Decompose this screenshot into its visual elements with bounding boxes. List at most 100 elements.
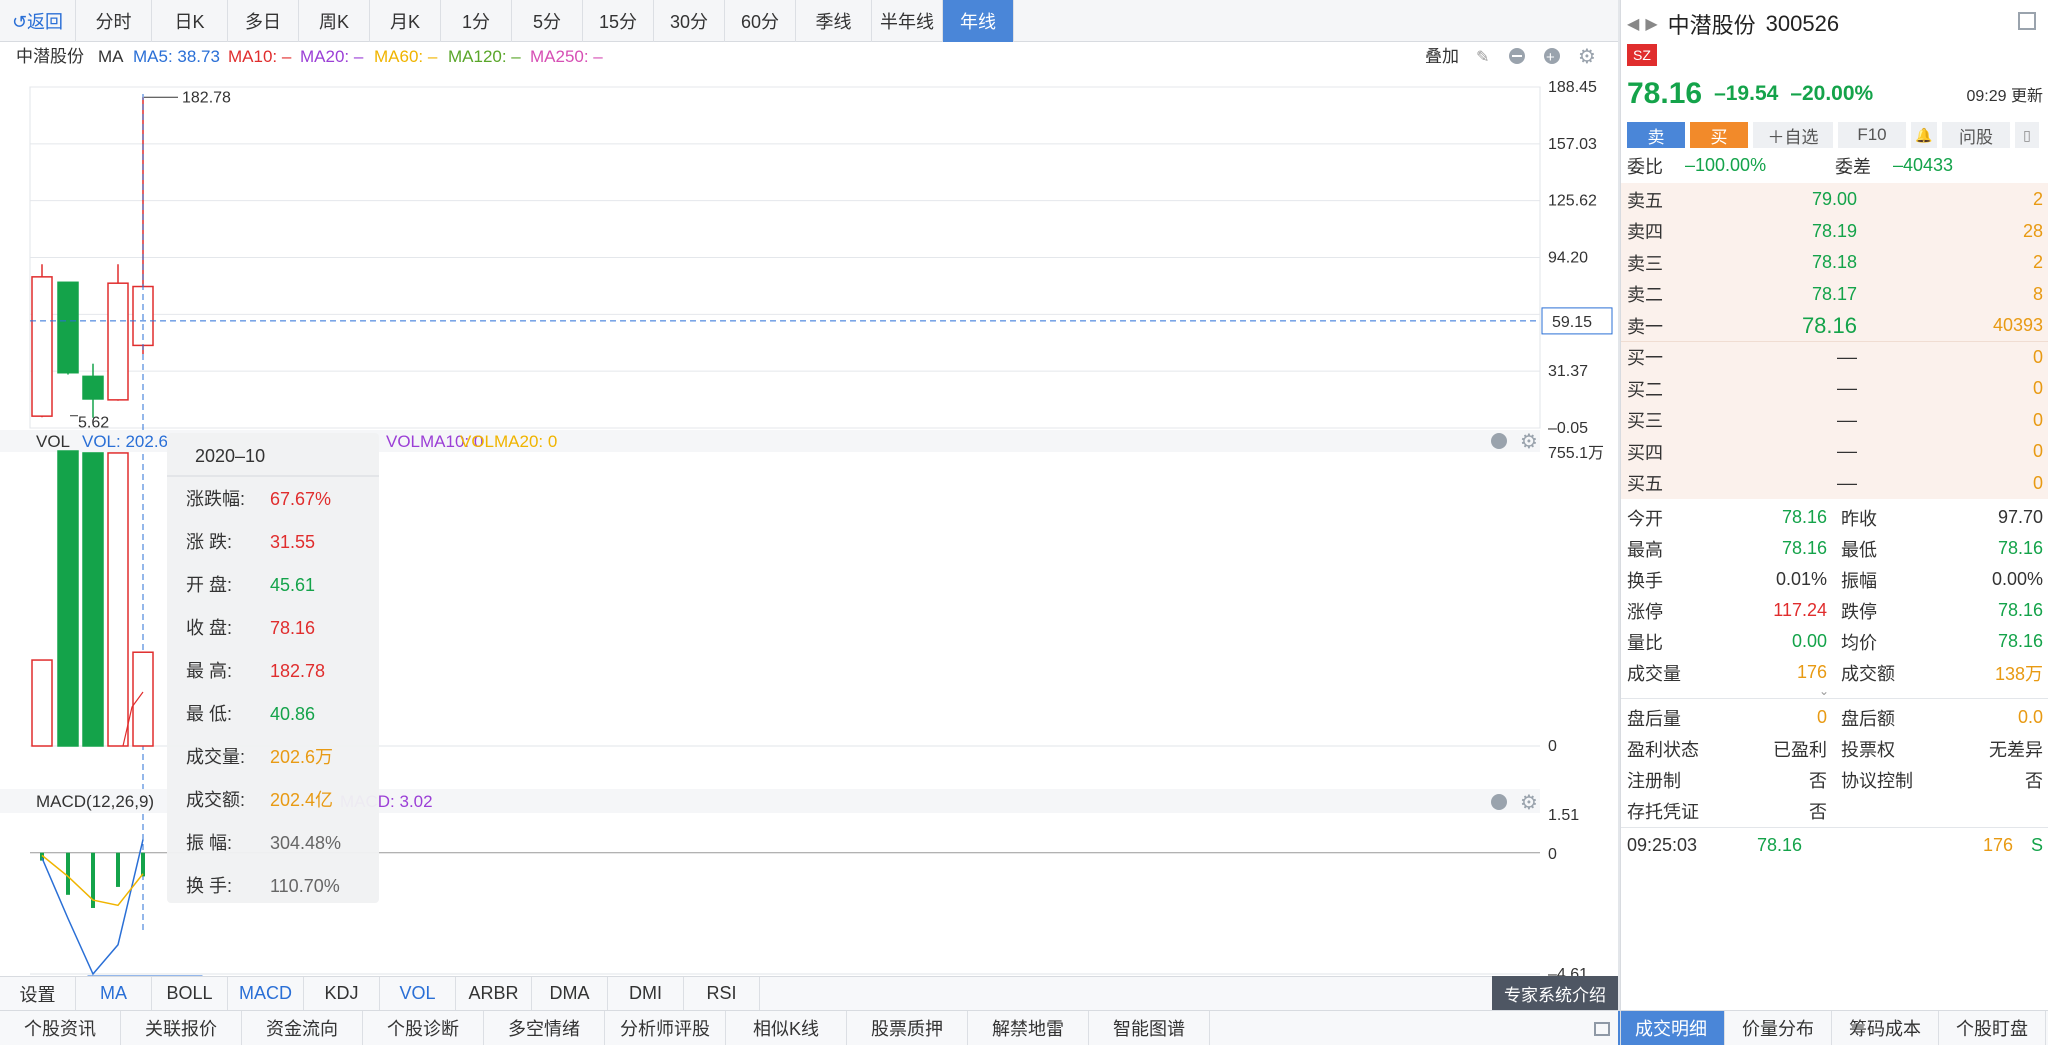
kline-chart-area[interactable]: 中潜股份 MA MA5: 38.73 MA10: – MA20: – MA60: – MA1… — [0, 42, 1618, 1003]
tooltip-value-3: 78.16 — [270, 618, 315, 638]
after-label: 投票权 — [1841, 739, 1895, 760]
bell-icon[interactable]: 🔔 — [1911, 122, 1937, 148]
indicator-tab-设置[interactable]: 设置 — [0, 977, 76, 1010]
tooltip-value-2: 45.61 — [270, 575, 315, 595]
period-tab-10[interactable]: 季线 — [796, 0, 872, 42]
stat-label: 今开 — [1627, 508, 1663, 529]
expert-system-button[interactable]: 专家系统介绍 — [1492, 976, 1618, 1010]
bottom-tab-5[interactable]: 分析师评股 — [605, 1011, 726, 1045]
period-tab-7[interactable]: 15分 — [583, 0, 654, 42]
indicator-tab-ma[interactable]: MA — [76, 977, 152, 1010]
orderbook-level: 买四 — [1627, 442, 1663, 463]
sell-button[interactable]: 卖 — [1627, 122, 1685, 148]
period-tab-12[interactable]: 年线 — [943, 0, 1014, 42]
stock-code: 300526 — [1765, 10, 1840, 36]
action-button-row: 卖买＋自选 F10 🔔 问股 ▯ — [1627, 122, 2043, 148]
prev-stock-icon[interactable]: ◀ — [1627, 14, 1639, 34]
add-watchlist-button[interactable]: ＋自选 — [1753, 122, 1833, 148]
orderbook-volume: 28 — [2022, 220, 2043, 241]
buy-button[interactable]: 买 — [1690, 122, 1748, 148]
after-row-2: 注册制否协议控制否 — [1627, 764, 2043, 795]
period-tab-3[interactable]: 周K — [299, 0, 370, 42]
orderbook-price: –– — [1836, 346, 1857, 367]
orderbook-level: 买一 — [1627, 348, 1663, 368]
period-tab-9[interactable]: 60分 — [725, 0, 796, 42]
bottom-tab-7[interactable]: 股票质押 — [847, 1011, 968, 1045]
stat-label: 最低 — [1841, 539, 1877, 560]
layout-toggle-icon[interactable] — [1594, 1022, 1610, 1036]
period-tab-1[interactable]: 日K — [152, 0, 228, 42]
indicator-tab-rsi[interactable]: RSI — [684, 977, 760, 1010]
indicator-tab-macd[interactable]: MACD — [228, 977, 304, 1010]
orderbook-price: –– — [1836, 378, 1857, 398]
bottom-tab-9[interactable]: 智能图谱 — [1089, 1011, 1210, 1045]
period-tab-11[interactable]: 半年线 — [872, 0, 943, 42]
expand-chevron-icon[interactable]: ⌄ — [1819, 684, 1829, 698]
period-tab-5[interactable]: 1分 — [441, 0, 512, 42]
legend-item-5: MA60: – — [374, 47, 438, 66]
period-tab-8[interactable]: 30分 — [654, 0, 725, 42]
stat-value: 176 — [1796, 662, 1827, 682]
indicator-tab-vol[interactable]: VOL — [380, 977, 456, 1010]
stats-row-5: 成交量 176 成交额 138万 — [1627, 657, 2043, 688]
period-tab-2[interactable]: 多日 — [228, 0, 299, 42]
bottom-tab-6[interactable]: 相似K线 — [726, 1011, 847, 1045]
trade-row: 09:25:03 78.16 176 S — [1627, 830, 2043, 861]
stats-row-1: 最高 78.16 最低 78.16 — [1627, 533, 2043, 564]
trade-divider — [1621, 827, 2048, 828]
period-tab-0[interactable]: 分时 — [76, 0, 152, 42]
stats-row-3: 涨停 117.24 跌停 78.16 — [1627, 595, 2043, 626]
bottom-tab-4[interactable]: 多空情绪 — [484, 1011, 605, 1045]
stat-value: 138万 — [1994, 663, 2043, 684]
back-button[interactable]: ↺返回 — [0, 0, 76, 42]
macd-axis-zero: 0 — [1548, 846, 1557, 863]
candle-body-2016 — [31, 276, 53, 417]
volume-bar-2018 — [82, 452, 104, 747]
panel-toggle-icon[interactable]: ▯ — [2015, 122, 2039, 148]
orderbook-price: –– — [1836, 409, 1857, 430]
macd-axis-top: 1.51 — [1548, 807, 1579, 824]
after-value: 否 — [1809, 801, 1827, 822]
bottom-tab-0[interactable]: 个股资讯 — [0, 1011, 121, 1045]
orderbook-level: 卖一 — [1627, 316, 1663, 337]
tooltip-value-7: 202.4亿 — [270, 790, 333, 810]
legend-item-3: MA10: – — [228, 47, 292, 66]
orderbook-level: 卖四 — [1627, 222, 1663, 242]
orderbook-row-2: 卖三 78.18 2 — [1627, 247, 2043, 278]
bottom-tab-8[interactable]: 解禁地雷 — [968, 1011, 1089, 1045]
indicator-tab-dma[interactable]: DMA — [532, 977, 608, 1010]
indicator-tab-arbr[interactable]: ARBR — [456, 977, 532, 1010]
after-value: 否 — [1809, 770, 1827, 791]
ask-stock-button[interactable]: 问股 — [1942, 122, 2010, 148]
orderbook-row-7: 买三 –– 0 — [1627, 405, 2043, 436]
legend-item-7: MA250: – — [530, 47, 603, 66]
indicator-tab-kdj[interactable]: KDJ — [304, 977, 380, 1010]
period-tab-6[interactable]: 5分 — [512, 0, 583, 42]
bottom-tab-1[interactable]: 关联报价 — [121, 1011, 242, 1045]
after-value: 已盈利 — [1773, 739, 1827, 760]
price-axis-tick-5: 31.37 — [1548, 363, 1588, 380]
legend-item-6: MA120: – — [448, 47, 521, 66]
tooltip-value-6: 202.6万 — [270, 747, 333, 767]
indicator-tab-boll[interactable]: BOLL — [152, 977, 228, 1010]
indicator-tab-dmi[interactable]: DMI — [608, 977, 684, 1010]
stat-label: 最高 — [1627, 539, 1663, 560]
f10-button[interactable]: F10 — [1838, 122, 1906, 148]
after-label: 协议控制 — [1841, 770, 1913, 791]
bottom-tab-2[interactable]: 资金流向 — [242, 1011, 363, 1045]
bottom-tab-3[interactable]: 个股诊断 — [363, 1011, 484, 1045]
price-axis-tick-3: 94.20 — [1548, 250, 1588, 267]
volume-close-icon — [1491, 433, 1507, 449]
orderbook-level: 买五 — [1627, 474, 1663, 494]
macd-title: MACD(12,26,9) — [36, 792, 154, 811]
price-axis-tick-2: 125.62 — [1548, 193, 1597, 210]
next-stock-icon[interactable]: ▶ — [1645, 14, 1657, 34]
kline-chart[interactable]: 中潜股份 MA MA5: 38.73 MA10: – MA20: – MA60: – MA1… — [0, 42, 1618, 1003]
stats-divider — [1621, 698, 2048, 699]
update-time: 09:29 更新 — [1966, 87, 2044, 105]
bottom-tab-spacer — [1210, 1011, 1618, 1045]
after-value: 0.0 — [2017, 707, 2043, 727]
tooltip-label-9: 换 手: — [186, 876, 232, 896]
period-tab-4[interactable]: 月K — [370, 0, 441, 42]
orderbook-row-6: 买二 –– 0 — [1627, 373, 2043, 404]
